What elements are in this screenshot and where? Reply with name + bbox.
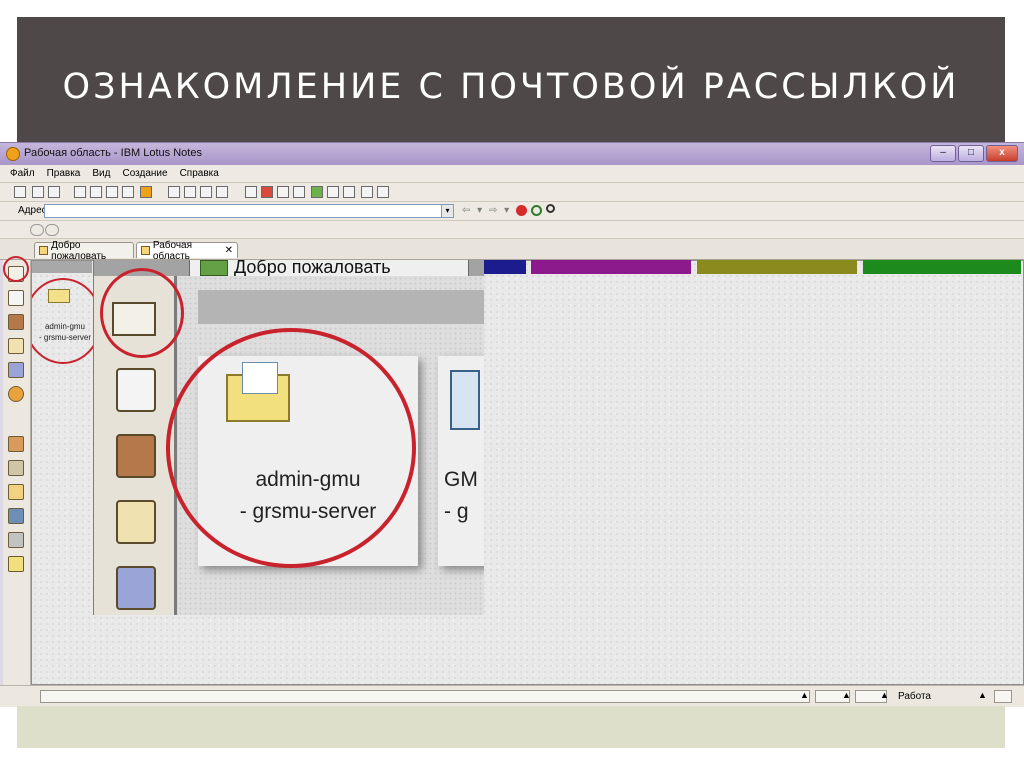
maximize-button[interactable]: □ bbox=[958, 145, 984, 162]
folder-icon[interactable] bbox=[8, 484, 24, 500]
menu-help[interactable]: Справка bbox=[180, 168, 219, 179]
second-database-card-label: GM - g bbox=[444, 468, 478, 523]
workspace-icon bbox=[141, 246, 150, 255]
window-stack-icon[interactable] bbox=[377, 186, 389, 198]
status-up-icon[interactable]: ▲ bbox=[800, 690, 809, 700]
replicator-icon[interactable] bbox=[8, 362, 24, 378]
second-database-card: GM - g bbox=[438, 356, 484, 566]
tab-workspace-label: Рабочая область bbox=[152, 239, 193, 262]
menu-edit[interactable]: Правка bbox=[47, 168, 81, 179]
copy-icon[interactable] bbox=[184, 186, 196, 198]
highlight-circle bbox=[100, 268, 184, 358]
status-up-icon[interactable]: ▲ bbox=[978, 690, 987, 700]
edit-icon[interactable] bbox=[74, 186, 86, 198]
new-memo-icon[interactable] bbox=[245, 186, 257, 198]
refresh-icon[interactable] bbox=[531, 205, 542, 216]
replicator-icon[interactable] bbox=[311, 186, 323, 198]
window-controls: – □ x bbox=[928, 145, 1018, 162]
db-icon[interactable] bbox=[8, 532, 24, 548]
close-button[interactable]: x bbox=[986, 145, 1018, 162]
print-preview-icon[interactable] bbox=[106, 186, 118, 198]
calendar-icon[interactable] bbox=[261, 186, 273, 198]
calendar-icon[interactable] bbox=[8, 290, 24, 306]
workspace-icon[interactable] bbox=[14, 186, 26, 198]
status-up-icon[interactable]: ▲ bbox=[880, 690, 889, 700]
highlight-circle bbox=[166, 328, 416, 568]
address-input[interactable] bbox=[44, 204, 442, 218]
slide-header: ОЗНАКОМЛЕНИЕ С ПОЧТОВОЙ РАССЫЛКОЙ bbox=[17, 17, 1005, 142]
highlight-circle bbox=[32, 278, 102, 364]
tab-close-icon[interactable]: ✕ bbox=[225, 245, 233, 256]
main-toolbar bbox=[0, 183, 1024, 202]
todo-icon bbox=[116, 500, 156, 544]
menu-view[interactable]: Вид bbox=[92, 168, 110, 179]
address-bar: Адрес ▾ ⇦ ▾ ⇨ ▾ bbox=[0, 202, 1024, 221]
todo-icon[interactable] bbox=[8, 338, 24, 354]
tools-icon[interactable] bbox=[140, 186, 152, 198]
zoomed-toolbar-strip bbox=[198, 290, 484, 324]
todo-icon[interactable] bbox=[293, 186, 305, 198]
db-icon[interactable] bbox=[8, 460, 24, 476]
workspace-page-tab[interactable] bbox=[697, 260, 857, 274]
tab-workspace[interactable]: Рабочая область ✕ bbox=[136, 240, 238, 262]
menu-file[interactable]: Файл bbox=[10, 168, 35, 179]
db-icon[interactable] bbox=[8, 436, 24, 452]
stop-icon[interactable] bbox=[516, 205, 527, 216]
inbox-status-icon[interactable] bbox=[994, 690, 1012, 703]
chat-icon[interactable] bbox=[30, 224, 44, 236]
forward-mail-icon[interactable] bbox=[90, 186, 102, 198]
minimize-button[interactable]: – bbox=[930, 145, 956, 162]
tab-welcome[interactable]: Добро пожаловать bbox=[34, 240, 134, 262]
mail-icon[interactable] bbox=[8, 556, 24, 572]
calendar-icon bbox=[116, 368, 156, 412]
paste-special-icon[interactable] bbox=[216, 186, 228, 198]
workspace-page-tab[interactable] bbox=[484, 260, 526, 274]
tab-bar: Добро пожаловать Рабочая область ✕ bbox=[0, 239, 1024, 262]
menu-create[interactable]: Создание bbox=[122, 168, 167, 179]
status-message-field bbox=[40, 690, 810, 703]
secondary-toolbar bbox=[0, 221, 1024, 239]
address-label: Адрес bbox=[18, 205, 47, 216]
menu-bar: Файл Правка Вид Создание Справка bbox=[0, 165, 1024, 183]
book-icon bbox=[450, 370, 480, 430]
window-titlebar: Рабочая область - IBM Lotus Notes – □ x bbox=[0, 143, 1024, 165]
location-selector[interactable]: Работа bbox=[898, 691, 931, 702]
paste-icon[interactable] bbox=[200, 186, 212, 198]
db-icon[interactable] bbox=[8, 508, 24, 524]
home-icon bbox=[200, 260, 228, 276]
delete-icon[interactable] bbox=[122, 186, 134, 198]
home-icon bbox=[39, 246, 49, 255]
navigation-arrows[interactable]: ⇦ ▾ ⇨ ▾ bbox=[462, 205, 511, 216]
workspace-page-tab[interactable] bbox=[531, 260, 691, 274]
lotus-notes-window: Рабочая область - IBM Lotus Notes – □ x … bbox=[0, 142, 1024, 707]
workspace-page-tab[interactable] bbox=[863, 260, 1021, 274]
workspace-page-strip bbox=[32, 261, 92, 273]
window-icon[interactable] bbox=[361, 186, 373, 198]
cut-icon[interactable] bbox=[168, 186, 180, 198]
address-dropdown-button[interactable]: ▾ bbox=[441, 204, 454, 218]
contacts-icon bbox=[116, 434, 156, 478]
contacts-icon[interactable] bbox=[277, 186, 289, 198]
window-title: Рабочая область - IBM Lotus Notes bbox=[24, 147, 202, 159]
save-icon[interactable] bbox=[32, 186, 44, 198]
database-icon[interactable] bbox=[327, 186, 339, 198]
replicator-icon bbox=[116, 566, 156, 610]
tab-welcome-label: Добро пожаловать bbox=[51, 239, 107, 262]
slide-title: ОЗНАКОМЛЕНИЕ С ПОЧТОВОЙ РАССЫЛКОЙ bbox=[62, 67, 960, 107]
lotus-notes-icon bbox=[6, 147, 20, 161]
highlight-circle bbox=[3, 256, 29, 282]
lotus-icon[interactable] bbox=[8, 386, 24, 402]
chat-group-icon[interactable] bbox=[45, 224, 59, 236]
print-icon[interactable] bbox=[48, 186, 60, 198]
slide-footer bbox=[17, 706, 1005, 748]
bookmark-sidebar bbox=[3, 260, 31, 685]
status-bar: ▲ ▲ ▲ Работа ▲ bbox=[0, 685, 1024, 707]
status-up-icon[interactable]: ▲ bbox=[842, 690, 851, 700]
bookmark-icon[interactable] bbox=[343, 186, 355, 198]
contacts-icon[interactable] bbox=[8, 314, 24, 330]
search-icon[interactable] bbox=[546, 204, 555, 213]
zoomed-welcome-label: Добро пожаловать bbox=[234, 260, 391, 277]
